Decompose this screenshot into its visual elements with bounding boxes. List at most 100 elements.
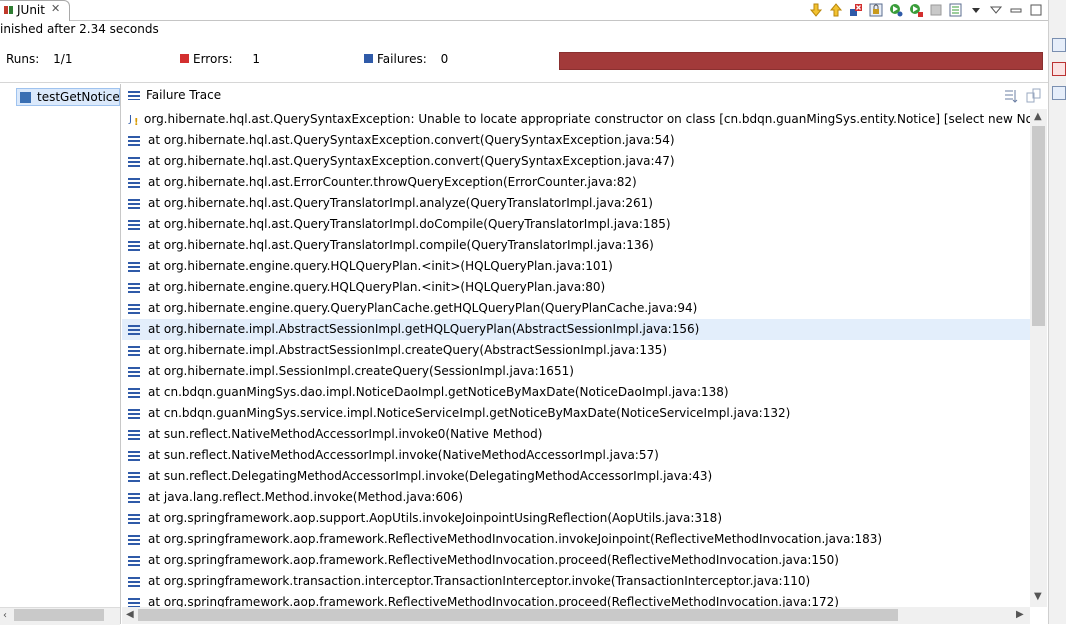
failures-label: Failures: [377,52,427,66]
scroll-up-icon[interactable]: ▲ [1034,111,1042,122]
failure-trace-header: Failure Trace [122,84,1048,108]
failures-counter: Failures: 0 [364,52,448,66]
trace-line[interactable]: at org.springframework.aop.framework.Ref… [122,592,1030,607]
trace-line-text: at org.springframework.transaction.inter… [148,574,811,588]
trace-line-text: at org.hibernate.engine.query.HQLQueryPl… [148,280,606,294]
test-progress-bar [559,52,1043,70]
filter-stack-trace-icon[interactable] [1004,88,1020,104]
trace-line[interactable]: at org.hibernate.engine.query.HQLQueryPl… [122,256,1030,277]
trace-line[interactable]: at org.springframework.aop.framework.Ref… [122,529,1030,550]
svg-text:!: ! [134,117,139,126]
trace-line[interactable]: at org.hibernate.hql.ast.QuerySyntaxExce… [122,130,1030,151]
test-run-history-icon[interactable] [948,2,964,18]
rerun-failed-first-icon[interactable] [908,2,924,18]
trace-line[interactable]: at org.hibernate.hql.ast.QueryTranslator… [122,214,1030,235]
junit-tab[interactable]: JUnit ✕ [0,0,70,21]
errors-value: 1 [252,52,261,66]
stack-frame-icon [128,556,140,566]
stack-frame-icon [128,157,140,167]
trace-line[interactable]: at org.hibernate.engine.query.HQLQueryPl… [122,277,1030,298]
trace-line[interactable]: at org.hibernate.hql.ast.QueryTranslator… [122,235,1030,256]
rerun-test-icon[interactable] [888,2,904,18]
panel-divider [0,82,1048,83]
trace-line-text: at org.springframework.aop.framework.Ref… [148,532,883,546]
stack-frame-icon [128,598,140,607]
view-menu-icon[interactable] [988,2,1004,18]
close-tab-icon[interactable]: ✕ [51,2,60,15]
trace-line[interactable]: at org.hibernate.impl.SessionImpl.create… [122,361,1030,382]
run-finished-message: inished after 2.34 seconds [0,22,159,36]
stack-frame-icon [128,304,140,314]
history-dropdown-icon[interactable] [968,2,984,18]
failure-icon [364,54,373,63]
failure-trace-list: J ! org.hibernate.hql.ast.QuerySyntaxExc… [122,109,1030,607]
scroll-lock-icon[interactable] [868,2,884,18]
error-icon [180,54,189,63]
stack-trace-icon [128,91,140,100]
trace-line-text: at org.hibernate.impl.AbstractSessionImp… [148,343,667,357]
runs-label: Runs: [6,52,40,66]
junit-toolbar [808,0,1044,20]
trace-line[interactable]: at org.hibernate.impl.AbstractSessionImp… [122,340,1030,361]
trace-horizontal-thumb[interactable] [138,609,898,621]
trace-line[interactable]: at org.hibernate.hql.ast.QueryTranslator… [122,193,1030,214]
junit-icon [3,4,15,16]
minimize-icon[interactable] [1008,2,1024,18]
test-name: testGetNoticeByMaxDate [37,90,120,104]
trace-line-text: at org.springframework.aop.framework.Ref… [148,595,839,607]
trace-line-text: at org.hibernate.engine.query.HQLQueryPl… [148,259,613,273]
stack-frame-icon [128,388,140,398]
console-view-icon[interactable] [1052,86,1066,100]
previous-failure-icon[interactable] [828,2,844,18]
trace-line-selected[interactable]: at org.hibernate.impl.AbstractSessionImp… [122,319,1030,340]
trace-line[interactable]: at org.springframework.aop.support.AopUt… [122,508,1030,529]
show-failures-only-icon[interactable] [848,2,864,18]
tree-scroll-thumb[interactable] [14,609,104,621]
trace-line-text: at org.hibernate.hql.ast.QueryTranslator… [148,217,671,231]
trace-line[interactable]: at org.springframework.transaction.inter… [122,571,1030,592]
junit-view-icon[interactable] [1052,62,1066,76]
trace-line-text: at sun.reflect.NativeMethodAccessorImpl.… [148,448,659,462]
stack-frame-icon [128,325,140,335]
stack-frame-icon [128,136,140,146]
trace-line-text: at org.hibernate.hql.ast.QueryTranslator… [148,238,654,252]
scroll-left-icon[interactable]: ‹ [3,610,7,621]
trace-line[interactable]: at org.springframework.aop.framework.Ref… [122,550,1030,571]
maximize-icon[interactable] [1028,2,1044,18]
scroll-down-icon[interactable]: ▼ [1034,591,1042,602]
test-tree-item[interactable]: testGetNoticeByMaxDate [16,88,120,106]
trace-line-text: at org.hibernate.hql.ast.QueryTranslator… [148,196,653,210]
trace-line[interactable]: at sun.reflect.NativeMethodAccessorImpl.… [122,445,1030,466]
stack-frame-icon [128,178,140,188]
compare-result-icon[interactable] [1026,88,1042,104]
next-failure-icon[interactable] [808,2,824,18]
trace-line[interactable]: at org.hibernate.engine.query.QueryPlanC… [122,298,1030,319]
trace-line[interactable]: at java.lang.reflect.Method.invoke(Metho… [122,487,1030,508]
stack-frame-icon [128,451,140,461]
right-trim-toolbar [1048,0,1066,624]
stack-frame-icon [128,241,140,251]
stack-frame-icon [128,199,140,209]
svg-text:J: J [128,114,132,125]
trace-line[interactable]: at org.hibernate.hql.ast.QuerySyntaxExce… [122,151,1030,172]
restore-view-icon[interactable] [1052,38,1066,52]
trace-line[interactable]: at org.hibernate.hql.ast.ErrorCounter.th… [122,172,1030,193]
trace-vertical-thumb[interactable] [1032,126,1045,326]
stop-icon[interactable] [928,2,944,18]
trace-exception-line[interactable]: J ! org.hibernate.hql.ast.QuerySyntaxExc… [122,109,1030,130]
trace-line-text: at java.lang.reflect.Method.invoke(Metho… [148,490,464,504]
trace-line[interactable]: at cn.bdqn.guanMingSys.service.impl.Noti… [122,403,1030,424]
stack-frame-icon [128,493,140,503]
stack-frame-icon [128,577,140,587]
trace-line-text: at sun.reflect.DelegatingMethodAccessorI… [148,469,713,483]
stack-frame-icon [128,430,140,440]
scroll-right-icon[interactable]: ▶ [1016,609,1024,620]
trace-line[interactable]: at sun.reflect.DelegatingMethodAccessorI… [122,466,1030,487]
test-tree-panel [0,84,121,624]
trace-line[interactable]: at sun.reflect.NativeMethodAccessorImpl.… [122,424,1030,445]
trace-line[interactable]: at cn.bdqn.guanMingSys.dao.impl.NoticeDa… [122,382,1030,403]
scroll-left-icon[interactable]: ◀ [126,609,134,620]
stack-frame-icon [128,514,140,524]
failure-trace-title: Failure Trace [146,88,222,102]
stack-frame-icon [128,262,140,272]
